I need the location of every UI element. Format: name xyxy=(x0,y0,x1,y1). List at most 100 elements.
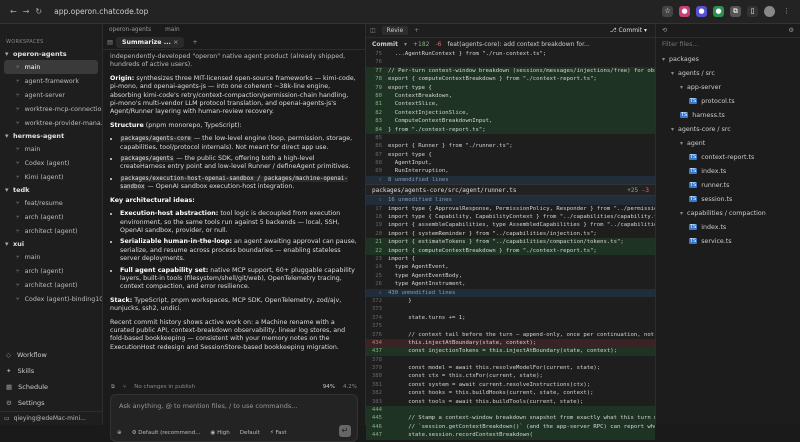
tree-folder[interactable]: ▾ capabilities / compaction xyxy=(656,206,800,220)
sidebar-repo[interactable]: ▾ hermes-agent xyxy=(0,130,102,142)
sidebar-item[interactable]: ⑂ architect (agent) xyxy=(0,224,102,238)
tree-file[interactable]: TS service.ts xyxy=(656,234,800,248)
tree-folder[interactable]: ▾ packages xyxy=(656,52,800,66)
back-icon[interactable]: ← xyxy=(10,7,17,16)
tab-review[interactable]: Revie xyxy=(381,26,409,35)
sidebar-repo[interactable]: ▾ operon-agents xyxy=(0,48,102,60)
chevron-down-icon[interactable]: ▾ xyxy=(404,41,407,48)
sidebar-nav-skills[interactable]: ✦ Skills xyxy=(0,363,102,379)
sidebar-item[interactable]: ⑂ main xyxy=(0,142,102,156)
sidebar-item[interactable]: ⑂ agent-server xyxy=(0,88,102,102)
sidebar-item[interactable]: ⑂ worktree-mcp-connectio... xyxy=(0,102,102,116)
mode-select[interactable]: Default xyxy=(240,430,260,436)
bookmark-icon[interactable]: ☆ xyxy=(662,6,673,17)
sidebar-item[interactable]: ⑂ architect (agent) xyxy=(0,278,102,292)
sidebar-nav-settings[interactable]: ⚙ Settings xyxy=(0,395,102,411)
branch-icon: ⑂ xyxy=(16,213,20,221)
sidebar-nav-workflow[interactable]: ◇ Workflow xyxy=(0,347,102,363)
tree-label: packages xyxy=(669,55,699,63)
sidebar-nav-label: Schedule xyxy=(18,383,49,391)
sidebar-item[interactable]: ⑂ main xyxy=(0,250,102,264)
sidebar-item[interactable]: ⑂ feat/resume xyxy=(0,196,102,210)
panel-icon[interactable]: ◫ xyxy=(370,27,376,34)
sidebar-item-label: feat/resume xyxy=(24,199,63,207)
tree-label: index.ts xyxy=(701,223,727,231)
package-name: packages/agents-core xyxy=(120,136,192,143)
commit-label[interactable]: Commit xyxy=(372,41,398,48)
filter-files-input[interactable]: Filter files... xyxy=(656,38,800,52)
sidebar-item[interactable]: ⑂ Kimi (agent) xyxy=(0,170,102,184)
breadcrumb-repo[interactable]: operon-agents xyxy=(109,27,151,33)
file-additions: +25 xyxy=(627,186,639,194)
tree-file[interactable]: TS runner.ts xyxy=(656,178,800,192)
avatar[interactable] xyxy=(764,6,775,17)
tree-folder[interactable]: ▾ agents-core / src xyxy=(656,122,800,136)
effort-select[interactable]: ◉ High xyxy=(211,430,230,436)
sidepanel-icon[interactable]: ▯ xyxy=(747,6,758,17)
tree-folder[interactable]: ▾ app-server xyxy=(656,80,800,94)
sidebar-item-label: Codex (agent)-binding10 xyxy=(24,295,102,303)
menu-icon[interactable]: ⋮ xyxy=(781,6,792,17)
model-select[interactable]: ⚙ Default (recommend... xyxy=(132,430,201,436)
copy-icon[interactable]: ⧉ xyxy=(111,384,115,391)
close-icon[interactable]: × xyxy=(173,39,178,46)
tab-summarize[interactable]: Summarize ... × xyxy=(115,37,185,48)
forward-icon[interactable]: → xyxy=(23,7,30,16)
breadcrumb-branch[interactable]: main xyxy=(165,27,179,33)
extension-icon[interactable]: ● xyxy=(696,6,707,17)
tree-file[interactable]: TS index.ts xyxy=(656,220,800,234)
commit-button[interactable]: ⎇ Commit ▾ xyxy=(610,27,647,34)
diff-line: 447 state.session.recordContextBreakdown… xyxy=(366,431,655,440)
line-code: type AgentEventBody, xyxy=(388,272,463,279)
line-number: 82 xyxy=(375,109,382,116)
sidebar-item[interactable]: ⑂ arch (agent) xyxy=(0,210,102,224)
sidebar-item[interactable]: ⑂ arch (agent) xyxy=(0,264,102,278)
history-icon[interactable]: ⟲ xyxy=(662,27,667,34)
puzzle-icon[interactable]: ⧉ xyxy=(730,6,741,17)
tree-file[interactable]: TS harness.ts xyxy=(656,108,800,122)
reload-icon[interactable]: ↻ xyxy=(35,7,42,16)
line-code: const injectionTokens = this.injectAtBou… xyxy=(388,348,618,355)
settings-icon[interactable]: ⚙ xyxy=(788,27,794,34)
fold-unmodified[interactable]: ⇕ 16 unmodified lines xyxy=(366,196,655,205)
tree-folder[interactable]: ▾ agents / src xyxy=(656,66,800,80)
fold-unmodified[interactable]: ⇕ 8 unmodified lines xyxy=(366,175,655,185)
sidebar-repo[interactable]: ▾ tedk xyxy=(0,184,102,196)
sidebar-item[interactable]: ⑂ main xyxy=(4,60,98,74)
sidebar-item[interactable]: ⑂ Codex (agent) xyxy=(0,156,102,170)
line-number: 381 xyxy=(371,381,382,388)
extension-icon[interactable]: ● xyxy=(679,6,690,17)
user-account[interactable]: ▭ qieying@edeMac-mini... xyxy=(0,411,102,425)
fold-unmodified[interactable]: ⇕ 430 unmodified lines xyxy=(366,288,655,297)
speed-label: Fast xyxy=(275,430,287,436)
send-button[interactable]: ↵ xyxy=(339,425,351,437)
file-header[interactable]: packages/agents-core/src/agent/runner.ts… xyxy=(366,184,655,197)
tree-file[interactable]: TS index.ts xyxy=(656,164,800,178)
chevron-down-icon: ▾ xyxy=(5,132,9,140)
sidebar-item[interactable]: ⑂ Codex (agent)-binding10 xyxy=(0,292,102,306)
extension-icon[interactable]: ● xyxy=(713,6,724,17)
tree-file[interactable]: TS protocol.ts xyxy=(656,94,800,108)
add-tab-icon[interactable]: + xyxy=(414,27,419,34)
composer-input[interactable]: Ask anything, @ to mention files, / to u… xyxy=(111,395,357,417)
tree-label: capabilities / compaction xyxy=(687,209,766,217)
chat-composer[interactable]: Ask anything, @ to mention files, / to u… xyxy=(110,394,358,442)
attach-icon[interactable]: ⊕ xyxy=(117,430,122,436)
line-code: AgentInput, xyxy=(388,160,432,167)
sidebar-item[interactable]: ⑂ worktree-provider-mana... xyxy=(0,116,102,130)
recent-paragraph: Recent commit history shows active work … xyxy=(110,318,346,351)
new-tab-icon[interactable]: + xyxy=(192,39,197,46)
line-code: // Per-turn context-window breakdown (se… xyxy=(388,67,655,74)
sidebar-repo[interactable]: ▾ xui xyxy=(0,238,102,250)
tree-file[interactable]: TS session.ts xyxy=(656,192,800,206)
deletions-count: -6 xyxy=(435,40,442,48)
sidebar-item[interactable]: ⑂ agent-framework xyxy=(0,74,102,88)
breadcrumb: operon-agents main xyxy=(103,24,365,36)
sidebar-nav-schedule[interactable]: ▦ Schedule xyxy=(0,379,102,395)
tree-file[interactable]: TS context-report.ts xyxy=(656,150,800,164)
address-bar[interactable]: app.operon.chatcode.top xyxy=(54,7,148,16)
diff-line: 77 // Per-turn context-window breakdown (… xyxy=(366,66,655,76)
diff-line: 378 xyxy=(366,356,655,364)
speed-select[interactable]: ⚡ Fast xyxy=(270,430,287,436)
tree-folder[interactable]: ▾ agent xyxy=(656,136,800,150)
